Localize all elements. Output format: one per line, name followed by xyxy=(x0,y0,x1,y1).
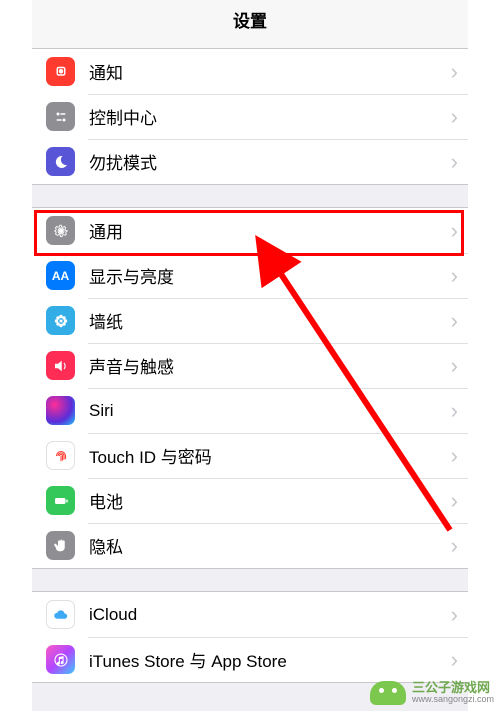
row-label: 墙纸 xyxy=(89,308,451,333)
gear-icon xyxy=(46,216,75,245)
row-label: 勿扰模式 xyxy=(89,149,451,174)
row-wallpaper[interactable]: 墙纸 › xyxy=(32,298,468,343)
flower-icon xyxy=(46,306,75,335)
cloud-icon xyxy=(46,600,75,629)
chevron-right-icon: › xyxy=(451,310,458,332)
row-notifications[interactable]: 通知 › xyxy=(32,49,468,94)
row-general[interactable]: 通用 › xyxy=(32,208,468,253)
row-label: iTunes Store 与 App Store xyxy=(89,647,451,672)
row-icloud[interactable]: iCloud › xyxy=(32,592,468,637)
chevron-right-icon: › xyxy=(451,106,458,128)
siri-icon xyxy=(46,396,75,425)
row-display[interactable]: AA 显示与亮度 › xyxy=(32,253,468,298)
chevron-right-icon: › xyxy=(451,355,458,377)
row-control-center[interactable]: 控制中心 › xyxy=(32,94,468,139)
settings-group-3: iCloud › iTunes Store 与 App Store › xyxy=(32,591,468,683)
battery-icon xyxy=(46,486,75,515)
row-label: 隐私 xyxy=(89,533,451,558)
row-label: iCloud xyxy=(89,605,451,625)
row-label: 显示与亮度 xyxy=(89,263,451,288)
row-label: 通知 xyxy=(89,59,451,84)
row-siri[interactable]: Siri › xyxy=(32,388,468,433)
chevron-right-icon: › xyxy=(451,151,458,173)
row-label: 电池 xyxy=(89,488,451,513)
moon-icon xyxy=(46,147,75,176)
row-sounds[interactable]: 声音与触感 › xyxy=(32,343,468,388)
fingerprint-icon xyxy=(46,441,75,470)
bell-icon xyxy=(46,57,75,86)
watermark-url: www.sangongzi.com xyxy=(412,695,494,704)
watermark-logo-icon xyxy=(370,681,406,705)
navbar: 设置 xyxy=(32,8,468,49)
status-bar xyxy=(32,0,468,8)
text-size-icon: AA xyxy=(46,261,75,290)
row-label: 通用 xyxy=(89,218,451,243)
row-label: Siri xyxy=(89,401,451,421)
row-touchid[interactable]: Touch ID 与密码 › xyxy=(32,433,468,478)
page-title: 设置 xyxy=(233,12,267,31)
chevron-right-icon: › xyxy=(451,535,458,557)
chevron-right-icon: › xyxy=(451,265,458,287)
chevron-right-icon: › xyxy=(451,61,458,83)
settings-group-2: 通用 › AA 显示与亮度 › 墙纸 › 声音与触感 › Siri › xyxy=(32,207,468,569)
row-label: Touch ID 与密码 xyxy=(89,443,451,468)
sliders-icon xyxy=(46,102,75,131)
row-privacy[interactable]: 隐私 › xyxy=(32,523,468,568)
chevron-right-icon: › xyxy=(451,445,458,467)
settings-screen: 设置 通知 › 控制中心 › 勿扰模式 › xyxy=(32,0,468,711)
settings-group-1: 通知 › 控制中心 › 勿扰模式 › xyxy=(32,49,468,185)
row-label: 控制中心 xyxy=(89,104,451,129)
speaker-icon xyxy=(46,351,75,380)
chevron-right-icon: › xyxy=(451,649,458,671)
row-battery[interactable]: 电池 › xyxy=(32,478,468,523)
chevron-right-icon: › xyxy=(451,604,458,626)
row-dnd[interactable]: 勿扰模式 › xyxy=(32,139,468,184)
row-itunes[interactable]: iTunes Store 与 App Store › xyxy=(32,637,468,682)
chevron-right-icon: › xyxy=(451,220,458,242)
watermark-name: 三公子游戏网 xyxy=(412,681,494,695)
chevron-right-icon: › xyxy=(451,490,458,512)
hand-icon xyxy=(46,531,75,560)
watermark: 三公子游戏网 www.sangongzi.com xyxy=(370,681,494,705)
row-label: 声音与触感 xyxy=(89,353,451,378)
itunes-icon xyxy=(46,645,75,674)
chevron-right-icon: › xyxy=(451,400,458,422)
